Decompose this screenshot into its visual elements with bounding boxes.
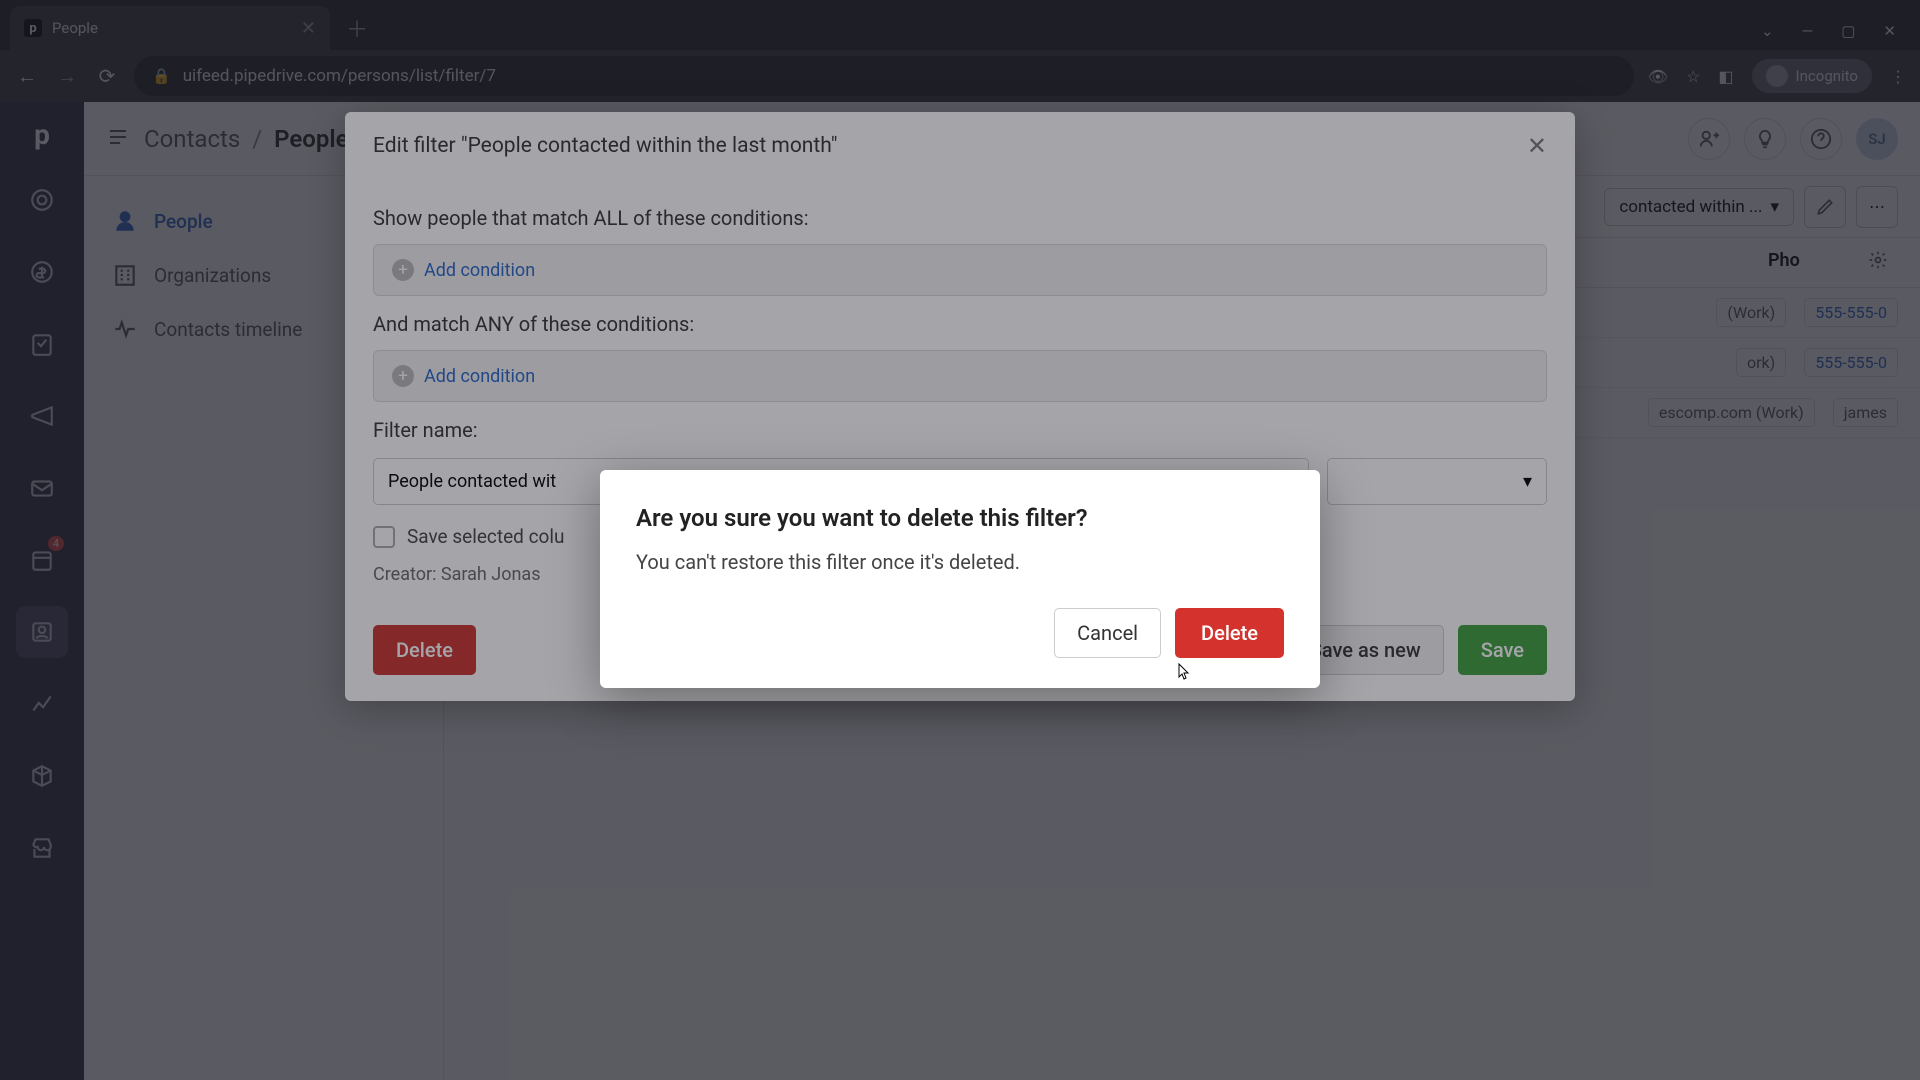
confirm-delete-button[interactable]: Delete — [1175, 608, 1284, 658]
confirm-delete-dialog: Are you sure you want to delete this fil… — [600, 470, 1320, 688]
cancel-button[interactable]: Cancel — [1054, 608, 1161, 658]
confirm-actions: Cancel Delete — [636, 608, 1284, 658]
confirm-title: Are you sure you want to delete this fil… — [636, 504, 1284, 532]
confirm-body: You can't restore this filter once it's … — [636, 550, 1284, 574]
